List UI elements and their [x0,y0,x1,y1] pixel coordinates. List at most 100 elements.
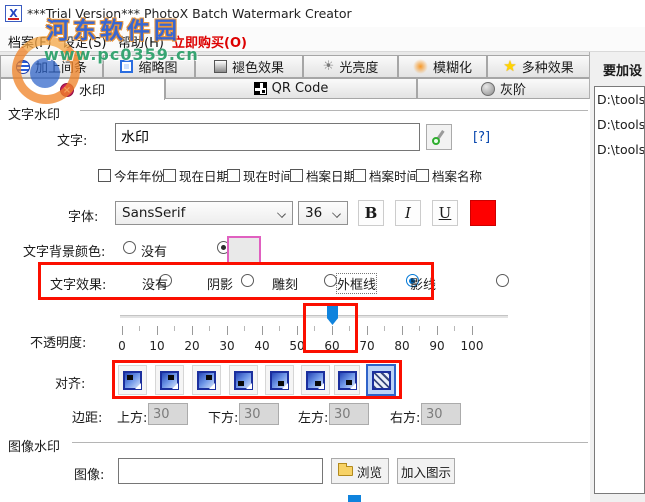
margin-right-input[interactable] [421,403,461,425]
tab-fade-effect[interactable]: 褪色效果 [195,55,303,78]
tab-label: QR Code [272,81,329,96]
margin-label: 边距: [72,407,102,426]
effect-shadow-label: 阴影 [207,274,233,293]
list-item[interactable]: D:\tools [595,137,644,162]
browse-button[interactable]: 浏览 [331,458,389,484]
checkbox[interactable] [98,169,111,182]
tick-label: 90 [422,339,452,353]
menu-help[interactable]: 帮助(H) [118,32,164,51]
align-bottom-center-icon [270,371,289,390]
blur-icon [413,59,428,74]
align-button-top-left[interactable] [118,365,147,395]
checkbox-file-time[interactable]: 档案时间 [353,166,419,185]
bg-none-radio[interactable] [123,241,136,254]
tab-grayscale[interactable]: 灰阶 [417,78,590,99]
tick-label: 70 [352,339,382,353]
window-title: ***Trial Version*** PhotoX Batch Waterma… [27,6,352,21]
font-family-select[interactable]: SansSerif [115,201,293,225]
list-item[interactable]: D:\tools [595,112,644,137]
tick-label: 50 [282,339,312,353]
bg-none-label: 没有 [141,241,167,260]
align-label: 对齐: [55,373,85,392]
text-watermark-group-label: 文字水印 [8,104,60,123]
align-button-tile[interactable] [366,364,396,396]
image-path-input[interactable] [118,458,323,484]
margin-bottom-label: 下方: [208,407,238,426]
file-panel-heading: 要加设 [603,60,642,79]
font-label: 字体: [68,206,98,225]
star-icon: ★ [503,59,516,74]
bg-color-swatch[interactable] [227,236,261,264]
chevron-down-icon [332,209,341,218]
effect-hatch-radio[interactable] [496,274,509,287]
qr-code-icon [254,82,267,95]
bold-button[interactable]: B [358,200,384,226]
tick-label: 30 [212,339,242,353]
align-button-bottom-right[interactable] [301,365,330,395]
tab-blur[interactable]: 模糊化 [398,55,487,78]
checkbox[interactable] [416,169,429,182]
align-button-center[interactable] [334,365,360,395]
text-label: 文字: [57,130,87,149]
tab-watermark[interactable]: × 水印 [0,78,165,100]
checkbox[interactable] [163,169,176,182]
checkbox[interactable] [227,169,240,182]
italic-button[interactable]: I [395,200,421,226]
pencil-icon [431,129,447,145]
brightness-icon: ☀ [323,60,335,73]
tab-brightness[interactable]: ☀ 光亮度 [303,55,398,78]
margin-bottom-input[interactable] [239,403,279,425]
align-button-bottom-left[interactable] [229,365,258,395]
font-size-select[interactable]: 36 [298,201,348,225]
tick-label: 0 [107,339,137,353]
align-top-center-icon [160,371,179,390]
menu-buy-now[interactable]: 立即购买(O) [172,32,247,51]
tab-label: 褪色效果 [232,57,284,76]
checkbox-current-year[interactable]: 今年年份 [98,166,164,185]
tab-thumbnail[interactable]: 缩略图 [103,55,195,78]
checkbox-current-time[interactable]: 现在时间 [227,166,293,185]
tick-label: 60 [317,339,347,353]
tick-label: 20 [177,339,207,353]
underline-button[interactable]: U [432,200,458,226]
image-label: 图像: [74,464,104,483]
image-opacity-slider-thumb[interactable] [348,495,361,502]
app-icon: X [5,5,22,22]
checkbox[interactable] [290,169,303,182]
help-link[interactable]: [?] [473,130,490,145]
align-button-top-center[interactable] [155,365,184,395]
tick-label: 80 [387,339,417,353]
tab-qr-code[interactable]: QR Code [165,78,417,99]
tab-label: 加上间条 [35,57,87,76]
slider-ticks [139,326,457,331]
effect-none-label: 没有 [142,274,168,293]
file-list[interactable]: D:\tools D:\tools D:\tools [594,86,645,494]
add-icon-button[interactable]: 加入图示 [397,458,455,484]
tab-label: 模糊化 [433,57,472,76]
checkbox-current-date[interactable]: 现在日期 [163,166,229,185]
title-bar: X ***Trial Version*** PhotoX Batch Water… [0,0,645,27]
checkbox-file-name[interactable]: 档案名称 [416,166,482,185]
effect-hatch-label: 影线 [410,274,436,293]
menu-file[interactable]: 档案(F) [8,32,52,51]
opacity-slider-track[interactable] [120,315,508,319]
tab-label: 灰阶 [500,79,526,98]
align-button-top-right[interactable] [192,365,221,395]
margin-top-input[interactable] [148,403,188,425]
list-item[interactable]: D:\tools [595,87,644,112]
font-color-swatch[interactable] [470,200,496,226]
align-top-right-icon [197,371,216,390]
menu-settings[interactable]: 设定(S) [62,32,106,51]
margin-left-input[interactable] [329,403,369,425]
tab-multi-effects[interactable]: ★ 多种效果 [487,55,590,78]
effect-engrave-radio[interactable] [324,274,337,287]
tab-label: 多种效果 [522,57,574,76]
align-button-bottom-center[interactable] [265,365,294,395]
image-watermark-group-label: 图像水印 [8,436,60,455]
insert-token-button[interactable] [426,124,452,150]
chevron-down-icon [277,209,286,218]
watermark-text-input[interactable] [115,123,420,151]
tab-add-stripes[interactable]: 加上间条 [0,55,103,78]
checkbox[interactable] [353,169,366,182]
checkbox-file-date[interactable]: 档案日期 [290,166,356,185]
